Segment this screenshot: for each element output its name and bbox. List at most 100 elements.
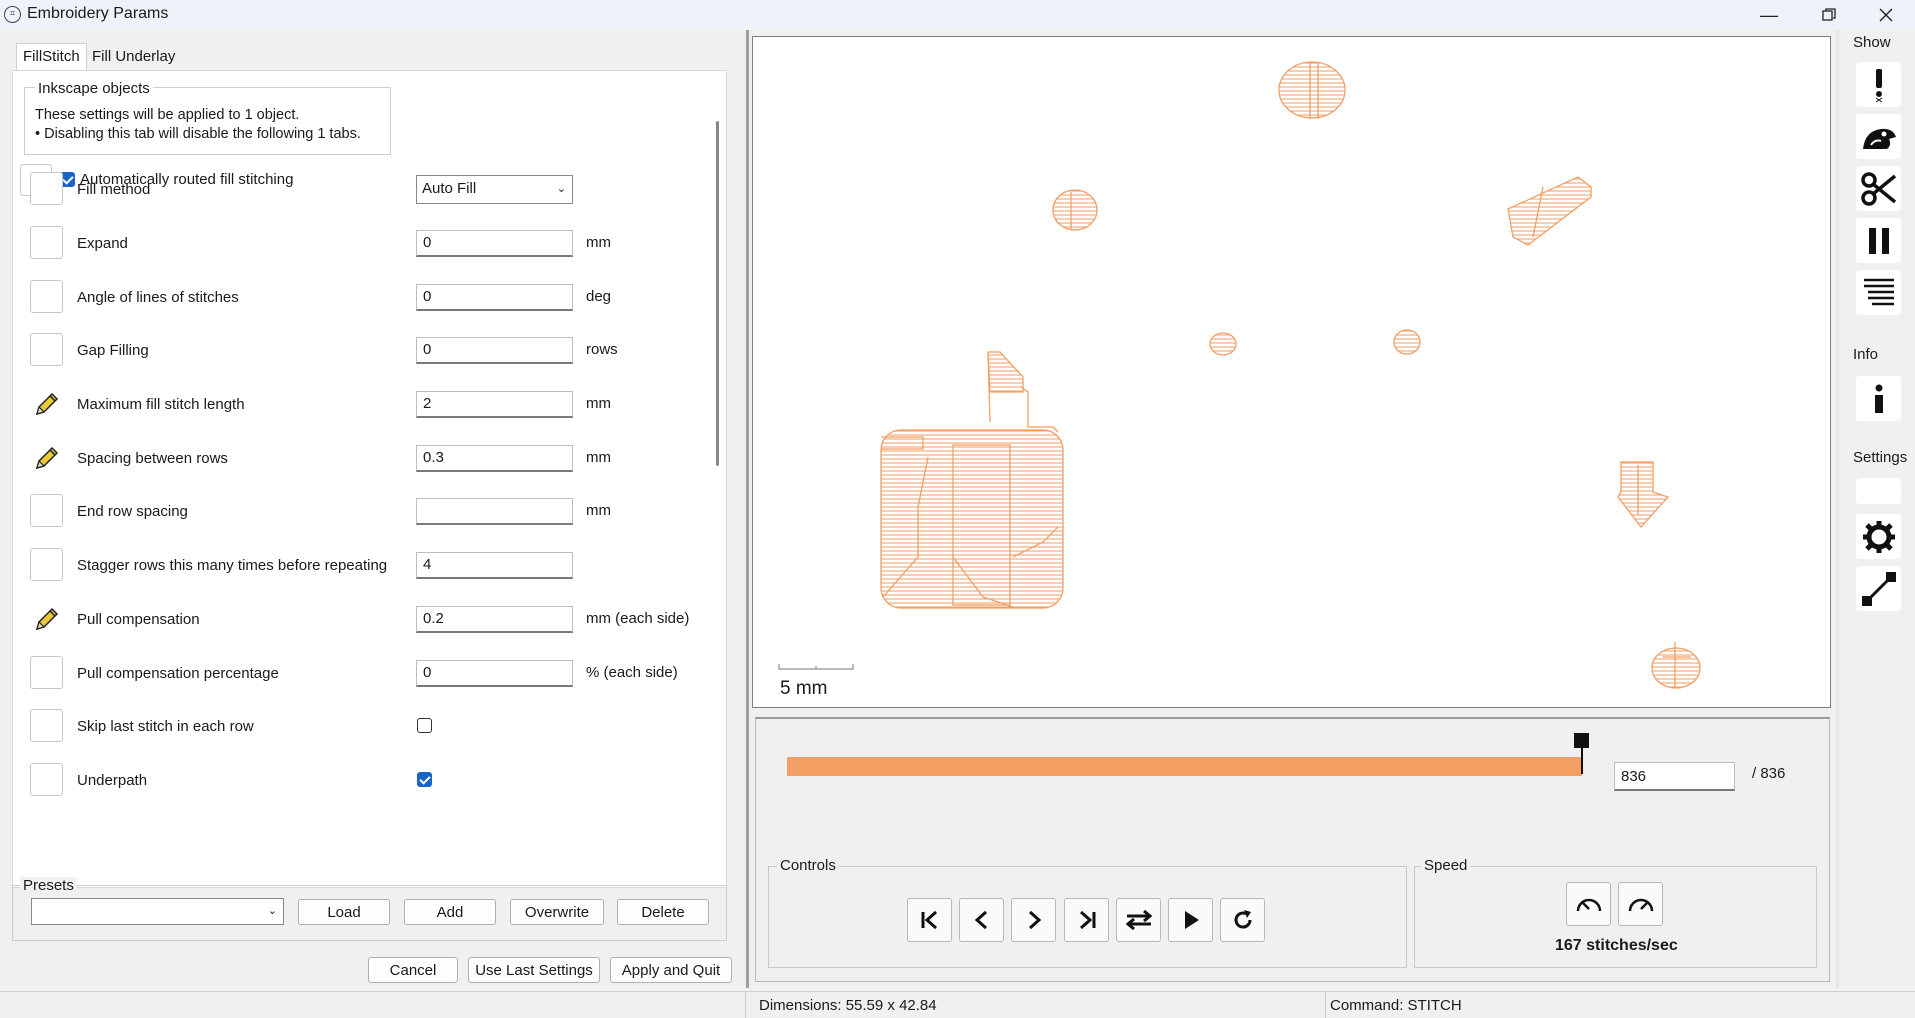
param-toggle[interactable] <box>30 548 63 581</box>
needle-penetration-icon[interactable] <box>1856 114 1901 159</box>
param-toggle[interactable] <box>30 172 63 205</box>
warnings-icon[interactable] <box>1856 62 1901 107</box>
slower-icon[interactable] <box>1566 882 1611 926</box>
param-toggle[interactable] <box>30 709 63 742</box>
pencil-icon[interactable] <box>30 441 63 474</box>
param-unit: rows <box>586 341 618 358</box>
fill-method-select[interactable]: Auto Fill ⌄ <box>416 175 573 204</box>
skip-to-end-icon[interactable] <box>1064 898 1109 942</box>
tab-fill-underlay[interactable]: Fill Underlay <box>86 44 181 70</box>
param-input[interactable]: 0 <box>416 284 573 311</box>
scrollbar[interactable] <box>716 121 719 466</box>
overwrite-button[interactable]: Overwrite <box>510 899 604 925</box>
stitch-shape <box>1209 332 1237 356</box>
stitch-preview-canvas[interactable]: 5 mm <box>752 36 1831 708</box>
speed-title: Speed <box>1421 857 1471 874</box>
stitch-shape <box>1393 329 1421 355</box>
controls-title: Controls <box>777 857 839 874</box>
tab-panel: Inkscape objects These settings will be … <box>12 70 727 888</box>
param-toggle[interactable] <box>30 333 63 366</box>
apply-and-quit-button[interactable]: Apply and Quit <box>610 957 732 983</box>
preset-select[interactable]: ⌄ <box>31 898 284 925</box>
title-bar: ⌗ Embroidery Params — <box>0 0 1915 30</box>
param-input[interactable]: 0 <box>416 230 573 257</box>
stitch-shape <box>987 351 1024 393</box>
param-label: Angle of lines of stitches <box>77 289 239 306</box>
param-input[interactable]: 0 <box>416 660 573 687</box>
param-input[interactable]: 2 <box>416 391 573 418</box>
stitch-shape <box>1052 189 1098 231</box>
skip-to-start-icon[interactable] <box>907 898 952 942</box>
settings-title: Settings <box>1853 449 1908 466</box>
stitch-drawing <box>778 61 1701 689</box>
trim-icon[interactable] <box>1856 166 1901 211</box>
info-icon[interactable] <box>1856 376 1901 421</box>
presets-title: Presets <box>20 877 77 894</box>
param-input[interactable]: 0.2 <box>416 606 573 633</box>
total-stitches: / 836 <box>1752 765 1786 782</box>
fill-method-value: Auto Fill <box>422 180 477 197</box>
current-stitch-input[interactable]: 836 <box>1614 762 1735 791</box>
param-unit: deg <box>586 288 612 305</box>
use-last-settings-button[interactable]: Use Last Settings <box>468 957 600 983</box>
swap-direction-icon[interactable] <box>1116 898 1161 942</box>
param-input[interactable]: 0 <box>416 337 573 364</box>
color-change-icon[interactable] <box>1856 270 1901 315</box>
step-forward-icon[interactable] <box>1011 898 1056 942</box>
minimize-button[interactable]: — <box>1740 0 1798 30</box>
sidebar-separator <box>1836 30 1839 988</box>
resize-icon[interactable] <box>1856 566 1901 611</box>
info-text: These settings will be applied to 1 obje… <box>35 107 300 123</box>
slider-handle-top[interactable] <box>1574 733 1589 748</box>
inkscape-objects-title: Inkscape objects <box>35 80 153 97</box>
chevron-down-icon: ⌄ <box>556 183 566 195</box>
tab-fillstitch[interactable]: FillStitch <box>16 43 87 71</box>
add-button[interactable]: Add <box>404 899 496 925</box>
param-label: Underpath <box>77 772 148 789</box>
stitch-shape <box>1651 647 1701 689</box>
param-label: Fill method <box>77 181 151 198</box>
stitch-shape <box>1507 176 1592 246</box>
param-label: Pull compensation <box>77 611 200 628</box>
dimensions-status: Dimensions: 55.59 x 42.84 <box>759 997 937 1014</box>
stop-icon[interactable] <box>1856 218 1901 263</box>
param-checkbox[interactable] <box>417 772 432 787</box>
param-input[interactable] <box>416 498 573 525</box>
param-unit: mm <box>586 449 611 466</box>
stitch-shape <box>1278 61 1346 119</box>
param-label: Pull compensation percentage <box>77 665 279 682</box>
settings-panel: FillStitch Fill Underlay Inkscape object… <box>0 30 745 988</box>
chevron-down-icon: ⌄ <box>267 905 277 917</box>
param-input[interactable]: 4 <box>416 552 573 579</box>
play-icon[interactable] <box>1168 898 1213 942</box>
load-button[interactable]: Load <box>298 899 390 925</box>
info-text: • Disabling this tab will disable the fo… <box>35 126 361 142</box>
blank-setting[interactable] <box>1856 478 1901 504</box>
pencil-icon[interactable] <box>30 602 63 635</box>
pencil-icon[interactable] <box>30 387 63 420</box>
cancel-button[interactable]: Cancel <box>368 957 458 983</box>
param-label: Maximum fill stitch length <box>77 396 245 413</box>
restart-icon[interactable] <box>1220 898 1265 942</box>
speed-value: 167 stitches/sec <box>1555 937 1678 954</box>
param-toggle[interactable] <box>30 280 63 313</box>
splitter[interactable] <box>746 30 749 988</box>
param-unit: mm (each side) <box>586 610 690 627</box>
param-unit: mm <box>586 234 611 251</box>
param-label: End row spacing <box>77 503 188 520</box>
gear-icon[interactable] <box>1856 514 1901 559</box>
param-toggle[interactable] <box>30 656 63 689</box>
faster-icon[interactable] <box>1618 882 1663 926</box>
param-checkbox[interactable] <box>417 718 432 733</box>
app-icon: ⌗ <box>4 6 21 23</box>
delete-button[interactable]: Delete <box>617 899 709 925</box>
param-unit: mm <box>586 502 611 519</box>
step-back-icon[interactable] <box>959 898 1004 942</box>
param-toggle[interactable] <box>30 494 63 527</box>
param-toggle[interactable] <box>30 226 63 259</box>
param-toggle[interactable] <box>30 763 63 796</box>
restore-button[interactable] <box>1800 0 1858 30</box>
close-button[interactable] <box>1857 0 1915 30</box>
stitch-progress-bar[interactable] <box>787 757 1582 776</box>
param-input[interactable]: 0.3 <box>416 445 573 472</box>
